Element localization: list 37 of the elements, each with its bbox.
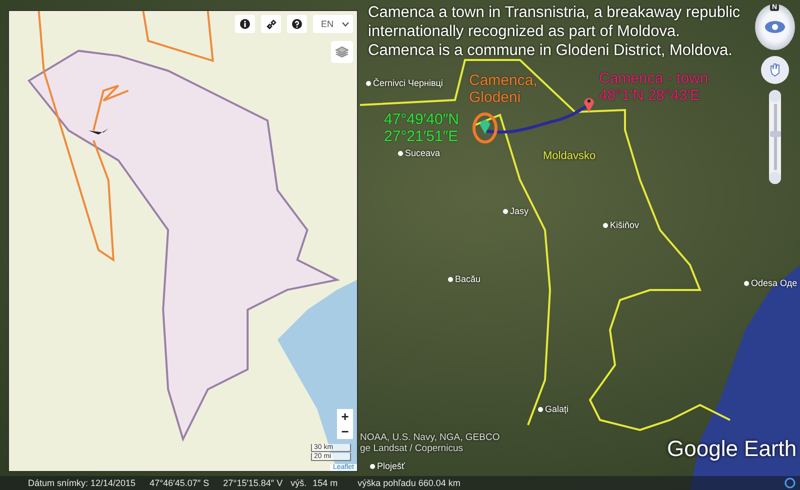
- annotation-text: 47°49′40″N 27°21′51″E: [384, 111, 460, 145]
- map-pin-icon[interactable]: [583, 96, 595, 112]
- info-icon: [240, 19, 250, 29]
- slider-thumb[interactable]: [770, 130, 780, 137]
- status-text: výška pohľadu 660.04 km: [358, 478, 460, 488]
- layers-button[interactable]: [331, 41, 353, 63]
- place-label: Černivci Чернівці: [366, 78, 443, 88]
- status-text: 47°46′45.07″ S: [150, 478, 210, 488]
- language-select[interactable]: EN: [313, 15, 353, 33]
- place-label: Odesa Оде: [744, 278, 798, 288]
- place-label: Bacău: [448, 274, 481, 284]
- status-text: výš.: [290, 478, 307, 488]
- chevron-down-icon: [342, 22, 349, 26]
- eye-icon: [764, 20, 786, 34]
- caption-text: Camenca a town in Transnistria, a breakaway republic internationally recognized as part of Moldova. Camenca is a commune in Glodeni District, Moldova.: [368, 3, 740, 60]
- status-text: 154 m: [312, 478, 338, 488]
- info-button[interactable]: [235, 15, 255, 33]
- help-icon: [292, 19, 302, 29]
- region-label: Moldavsko: [543, 150, 596, 162]
- place-label: Kišiňov: [603, 220, 640, 230]
- annotation-text: Camenca, Glodeni: [469, 72, 538, 106]
- logo: Google Earth: [667, 436, 797, 462]
- place-label: Ploješť: [370, 461, 405, 471]
- map-pin-icon[interactable]: [472, 112, 498, 144]
- imagery-credit: NOAA, U.S. Navy, NGA, GEBCO ge Landsat / Copernicus: [360, 432, 500, 454]
- place-label: Jasy: [503, 206, 529, 216]
- status-text: Dátum snímky: 12/14/2015: [28, 478, 136, 488]
- status-text: 27°15′15.84″ V: [223, 478, 283, 488]
- annotation-text: Camenca - town 48°1′N 28°43′E: [599, 70, 708, 104]
- layers-icon: [335, 46, 349, 58]
- place-label: Galați: [538, 404, 569, 414]
- help-button[interactable]: [287, 15, 307, 33]
- zoom-slider[interactable]: [769, 90, 781, 184]
- link-button[interactable]: [261, 15, 281, 33]
- link-icon: [266, 18, 276, 30]
- loading-ring-icon: [784, 477, 796, 489]
- place-label: Suceava: [398, 148, 440, 158]
